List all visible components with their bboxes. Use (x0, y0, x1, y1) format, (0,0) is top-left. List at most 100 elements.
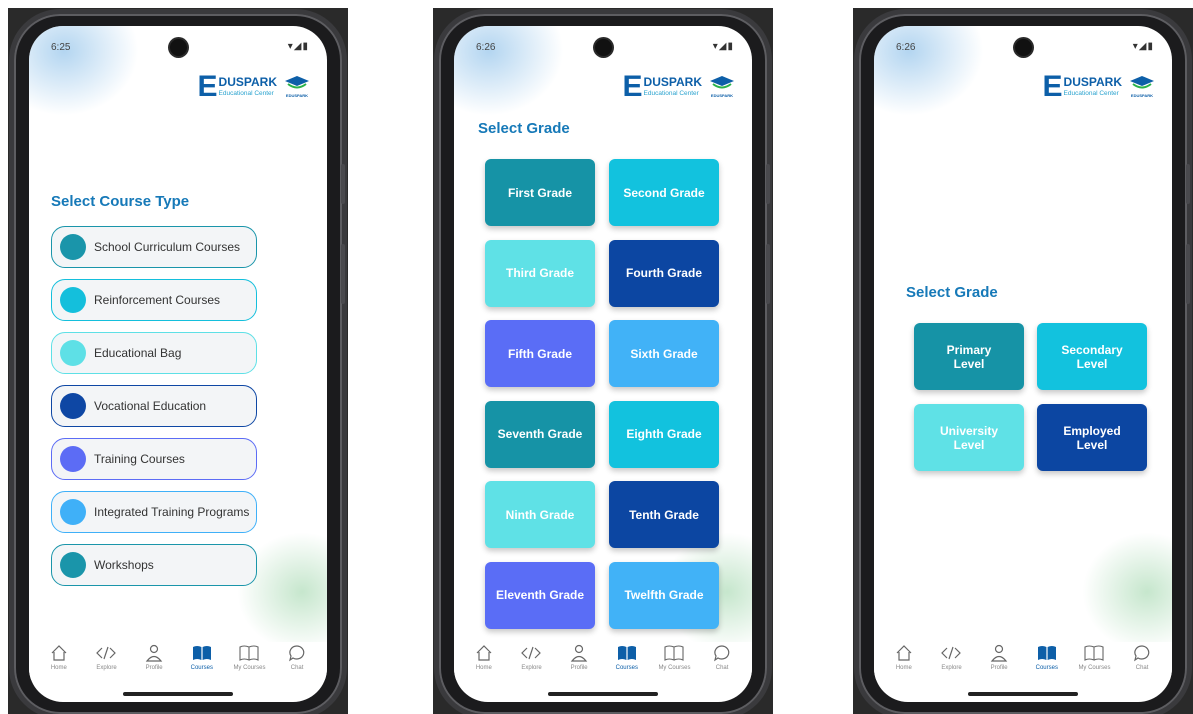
course-type-label: Reinforcement Courses (94, 293, 221, 307)
nav-item-explore[interactable]: Explore (929, 642, 973, 671)
grade-button[interactable]: Sixth Grade (609, 320, 719, 387)
phone-1: 6:25 ▾◢▮ E DUSPARK Educational Center ED… (14, 14, 345, 714)
logo-letter: E (1042, 70, 1063, 103)
course-type-label: Workshops (94, 558, 154, 572)
grade-button[interactable]: Eleventh Grade (485, 561, 595, 629)
logo-subtitle: Educational Center (1063, 90, 1119, 97)
home-indicator (548, 692, 658, 696)
chat-icon (713, 642, 731, 664)
grade-button[interactable]: Third Grade (485, 239, 595, 307)
nav-item-label: Courses (190, 665, 213, 671)
code-icon (96, 642, 117, 664)
level-button[interactable]: Employed Level (1037, 404, 1147, 471)
nav-item-home[interactable]: Home (462, 642, 506, 671)
logo-emblem-caption: EDUSPARK (1130, 93, 1154, 98)
grade-button[interactable]: Fifth Grade (485, 320, 595, 387)
background-glow (29, 26, 139, 116)
grade-button[interactable]: First Grade (485, 159, 595, 226)
page-title: Select Grade (906, 284, 998, 301)
circle-icon (60, 287, 86, 313)
nav-item-label: Home (475, 665, 492, 671)
background-glow (454, 26, 564, 116)
page-title: Select Course Type (51, 193, 190, 210)
code-icon (521, 642, 542, 664)
nav-item-my-courses[interactable]: My Courses (227, 642, 271, 671)
level-button[interactable]: Secondary Level (1037, 323, 1147, 390)
course-type-label: Educational Bag (94, 346, 182, 360)
grade-button[interactable]: Tenth Grade (609, 481, 719, 548)
nav-item-explore[interactable]: Explore (84, 642, 128, 671)
course-type-option[interactable]: Training Courses (51, 438, 257, 480)
nav-item-profile[interactable]: Profile (132, 642, 176, 671)
side-button (1186, 164, 1190, 204)
course-type-option[interactable]: Integrated Training Programs (51, 491, 257, 533)
book-outline-icon (1084, 642, 1105, 664)
nav-item-label: Explore (96, 665, 117, 671)
book-outline-icon (664, 642, 685, 664)
camera-cutout (170, 39, 187, 56)
book-outline-icon (239, 642, 260, 664)
nav-item-chat[interactable]: Chat (1120, 642, 1164, 671)
home-icon (895, 642, 913, 664)
status-icons: ▾◢▮ (287, 41, 309, 52)
nav-item-courses[interactable]: Courses (605, 642, 649, 671)
level-button[interactable]: University Level (914, 404, 1024, 471)
background-glow (874, 26, 984, 116)
nav-item-profile[interactable]: Profile (977, 642, 1021, 671)
grade-button[interactable]: Fourth Grade (609, 239, 719, 307)
grade-button[interactable]: Eighth Grade (609, 400, 719, 468)
camera-cutout (595, 39, 612, 56)
nav-item-label: Profile (570, 665, 588, 671)
nav-item-label: My Courses (1078, 665, 1111, 671)
logo-emblem-icon: EDUSPARK (283, 74, 311, 100)
level-button[interactable]: Primary Level (914, 323, 1024, 390)
logo-letter: E (622, 70, 643, 103)
phone-2: 6:26 ▾◢▮ E DUSPARK Educational Center ED… (439, 14, 770, 714)
bottom-nav: Home Explore Profile Courses My Courses Chat (874, 642, 1172, 680)
home-indicator (123, 692, 233, 696)
code-icon (941, 642, 962, 664)
nav-item-label: Chat (715, 665, 729, 671)
camera-cutout (1015, 39, 1032, 56)
side-button (766, 164, 770, 204)
grade-button[interactable]: Seventh Grade (485, 400, 595, 468)
eduspark-logo: E DUSPARK Educational Center EDUSPARK (623, 72, 736, 102)
course-type-option[interactable]: Reinforcement Courses (51, 279, 257, 321)
home-indicator (968, 692, 1078, 696)
nav-item-courses[interactable]: Courses (180, 642, 224, 671)
person-icon (570, 642, 588, 664)
grade-button[interactable]: Twelfth Grade (609, 561, 719, 629)
nav-item-home[interactable]: Home (882, 642, 926, 671)
book-filled-icon (617, 642, 637, 664)
nav-item-profile[interactable]: Profile (557, 642, 601, 671)
grade-screen: 6:26 ▾◢▮ E DUSPARK Educational Center ED… (454, 26, 752, 702)
nav-item-label: Courses (1035, 665, 1058, 671)
nav-item-my-courses[interactable]: My Courses (652, 642, 696, 671)
grade-button[interactable]: Ninth Grade (485, 481, 595, 548)
logo-emblem-caption: EDUSPARK (710, 93, 734, 98)
nav-item-chat[interactable]: Chat (275, 642, 319, 671)
nav-item-my-courses[interactable]: My Courses (1072, 642, 1116, 671)
nav-item-label: Chat (1135, 665, 1149, 671)
course-type-label: Vocational Education (94, 399, 207, 413)
nav-item-label: Explore (941, 665, 962, 671)
nav-item-label: Home (50, 665, 67, 671)
course-type-option[interactable]: Educational Bag (51, 332, 257, 374)
circle-icon (60, 446, 86, 472)
circle-icon (60, 499, 86, 525)
course-type-option[interactable]: Vocational Education (51, 385, 257, 427)
nav-item-courses[interactable]: Courses (1025, 642, 1069, 671)
course-type-option[interactable]: School Curriculum Courses (51, 226, 257, 268)
status-time: 6:25 (51, 42, 71, 53)
grade-button[interactable]: Second Grade (609, 159, 719, 226)
nav-item-chat[interactable]: Chat (700, 642, 744, 671)
course-type-label: School Curriculum Courses (94, 240, 241, 254)
nav-item-label: Home (895, 665, 912, 671)
course-type-option[interactable]: Workshops (51, 544, 257, 586)
nav-item-home[interactable]: Home (37, 642, 81, 671)
circle-icon (60, 552, 86, 578)
page-title: Select Grade (478, 120, 570, 137)
nav-item-explore[interactable]: Explore (509, 642, 553, 671)
logo-name: DUSPARK (643, 75, 702, 89)
side-button (341, 164, 345, 204)
